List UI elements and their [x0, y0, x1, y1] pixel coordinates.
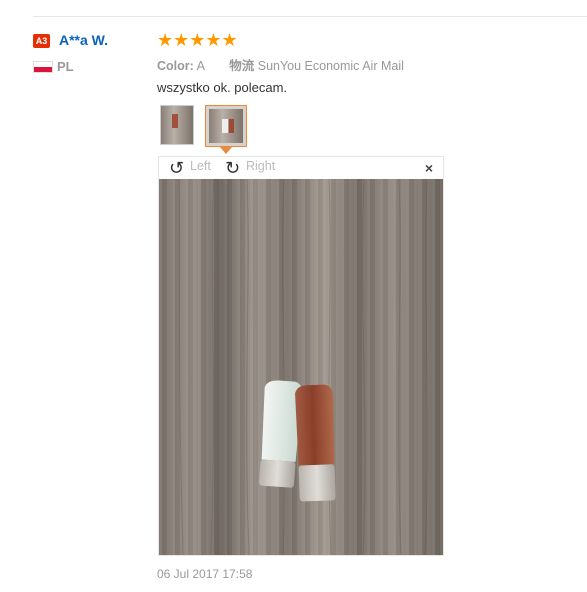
shipping-value: SunYou Economic Air Mail: [257, 59, 404, 73]
review-photo-thumbnail-1[interactable]: [160, 105, 194, 145]
reviewer-country: PL: [57, 59, 74, 74]
level-badge: A3: [33, 34, 50, 48]
rotate-right-button[interactable]: ↻ Right: [225, 158, 275, 178]
rotate-right-icon: ↻: [225, 158, 241, 178]
reviewer-name[interactable]: A**a W.: [59, 32, 108, 48]
viewer-toolbar: ↺ Left ↻ Right ×: [159, 157, 443, 179]
active-thumbnail-pointer: [220, 147, 232, 154]
review-photo-thumbnail-2-active[interactable]: [205, 105, 247, 147]
color-label: Color:: [157, 59, 194, 73]
review-meta: Color: A 物流 SunYou Economic Air Mail: [157, 55, 404, 74]
poland-flag-icon: [33, 61, 53, 73]
review-text: wszystko ok. polecam.: [157, 80, 288, 95]
nail-tips-photo: [178, 179, 428, 555]
close-viewer-button[interactable]: ×: [425, 160, 433, 176]
divider: [33, 16, 587, 17]
photo-viewer: ↺ Left ↻ Right ×: [158, 156, 444, 556]
color-value: A: [196, 59, 205, 73]
rating-stars: ★★★★★: [157, 30, 238, 50]
rotate-left-button[interactable]: ↺ Left: [169, 158, 211, 178]
shipping-label: 物流: [229, 59, 255, 73]
review-photo-large: [159, 179, 443, 555]
review-date: 06 Jul 2017 17:58: [157, 567, 253, 581]
rotate-left-icon: ↺: [169, 158, 185, 178]
